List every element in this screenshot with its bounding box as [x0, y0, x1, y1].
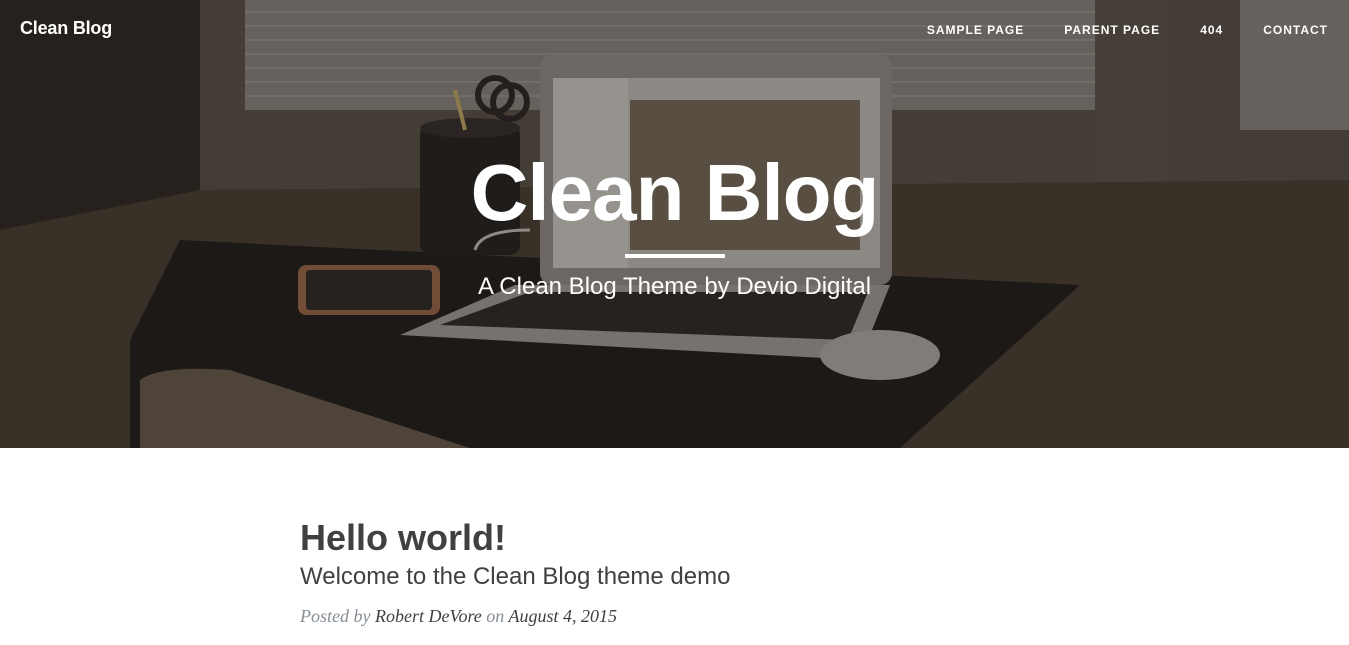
nav-link-parent-page[interactable]: PARENT PAGE: [1064, 23, 1160, 37]
post-link[interactable]: Hello world! Welcome to the Clean Blog t…: [300, 510, 1050, 590]
post-meta: Posted by Robert DeVore on August 4, 201…: [300, 606, 1050, 627]
nav-link-sample-page[interactable]: SAMPLE PAGE: [927, 23, 1024, 37]
navbar-menu: SAMPLE PAGE PARENT PAGE 404 CONTACT: [887, 21, 1328, 39]
post-author-link[interactable]: Robert DeVore: [375, 606, 482, 626]
heading-divider: [624, 254, 725, 258]
nav-link-404[interactable]: 404: [1200, 23, 1223, 37]
masthead: Clean Blog SAMPLE PAGE PARENT PAGE 404 C…: [0, 0, 1349, 448]
post-subtitle: Welcome to the Clean Blog theme demo: [300, 563, 731, 590]
site-title: Clean Blog: [470, 148, 880, 237]
posted-by-label: Posted by: [300, 606, 371, 626]
site-heading: Clean Blog A Clean Blog Theme by Devio D…: [0, 145, 1349, 302]
nav-item-sample-page: SAMPLE PAGE: [927, 21, 1024, 39]
nav-item-contact: CONTACT: [1263, 21, 1328, 39]
nav-item-parent-page: PARENT PAGE: [1064, 21, 1160, 39]
post-preview: Hello world! Welcome to the Clean Blog t…: [300, 510, 1050, 645]
post-title: Hello world!: [300, 517, 506, 558]
post-on-label: on: [486, 606, 505, 626]
post-date-link[interactable]: August 4, 2015: [508, 606, 617, 626]
main-navbar: Clean Blog SAMPLE PAGE PARENT PAGE 404 C…: [0, 0, 1349, 60]
nav-link-contact[interactable]: CONTACT: [1263, 23, 1328, 37]
site-subtitle: A Clean Blog Theme by Devio Digital: [477, 273, 872, 300]
navbar-brand-link[interactable]: Clean Blog: [20, 18, 112, 39]
nav-item-404: 404: [1200, 21, 1223, 39]
